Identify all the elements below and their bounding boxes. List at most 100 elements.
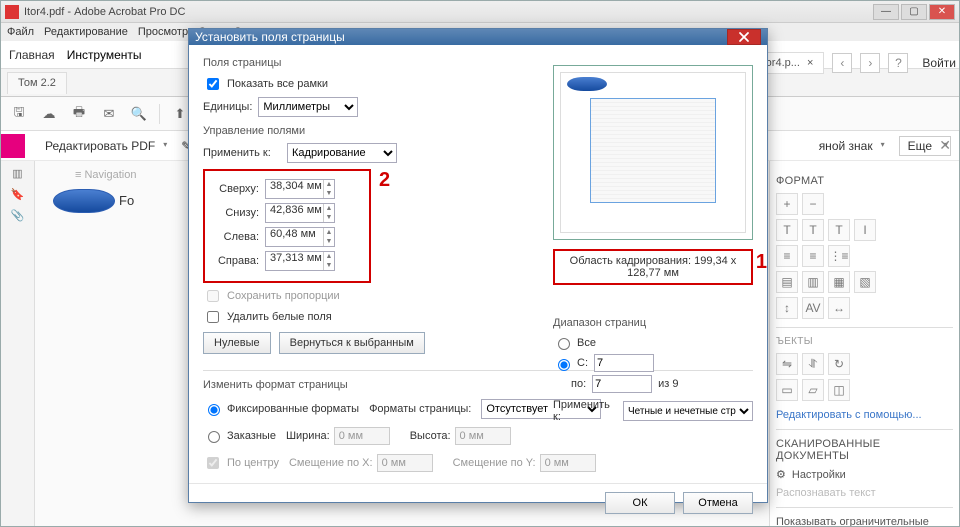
rp-al-1[interactable]: ▤ <box>776 271 798 293</box>
rp-minus-icon[interactable]: − <box>802 193 824 215</box>
rp-recognize: Распознавать текст <box>776 487 953 499</box>
login-button[interactable]: Войти <box>916 56 956 70</box>
dialog-title: Установить поля страницы <box>195 30 345 44</box>
menu-view[interactable]: Просмотр <box>138 26 188 38</box>
maximize-button[interactable]: ▢ <box>901 4 927 20</box>
doc-tab-1[interactable]: Том 2.2 <box>7 72 67 94</box>
rp-ico-4[interactable]: I <box>854 219 876 241</box>
rp-objects-heading: ЪЕКТЫ <box>776 336 953 347</box>
rp-align-center-icon[interactable]: ≡ <box>802 245 824 267</box>
fixed-radio[interactable]: Фиксированные форматы <box>203 401 359 416</box>
left-input[interactable]: 60,48 мм▲▼ <box>265 227 335 247</box>
menu-edit[interactable]: Редактирование <box>44 26 128 38</box>
width-input: 0 мм <box>334 427 390 445</box>
keep-ratio-checkbox[interactable]: Сохранить пропорции <box>203 287 753 305</box>
rp-format-heading: ФОРМАТ <box>776 175 953 187</box>
cancel-button[interactable]: Отмена <box>683 492 753 514</box>
apply-pages-select[interactable]: Четные и нечетные страницы <box>623 401 753 421</box>
offx-input: 0 мм <box>377 454 433 472</box>
bottom-label: Снизу: <box>213 207 265 219</box>
cloud-icon[interactable]: ☁ <box>37 102 61 126</box>
tab-tools[interactable]: Инструменты <box>67 48 142 62</box>
rp-sp-3[interactable]: ↔ <box>828 297 850 319</box>
rp-obj-1[interactable]: ▭ <box>776 379 798 401</box>
close-button[interactable]: ✕ <box>929 4 955 20</box>
mail-icon[interactable]: ✉ <box>97 102 121 126</box>
from-radio[interactable]: С: <box>553 356 588 371</box>
rp-scanned-heading: СКАНИРОВАННЫЕ ДОКУМЕНТЫ <box>776 438 953 462</box>
bottom-input[interactable]: 42,836 мм▲▼ <box>265 203 335 223</box>
from-input[interactable] <box>594 354 654 372</box>
watermark-dropdown[interactable]: яной знак <box>815 137 887 155</box>
dialog-close-button[interactable] <box>727 29 761 45</box>
set-page-boxes-dialog: Установить поля страницы Поля страницы П… <box>188 28 768 503</box>
rp-obj-3[interactable]: ◫ <box>828 379 850 401</box>
rp-al-3[interactable]: ▦ <box>828 271 850 293</box>
offx-label: Смещение по X: <box>289 457 373 469</box>
apply-to-select[interactable]: Кадрирование <box>287 143 397 163</box>
rp-plus-icon[interactable]: + <box>776 193 798 215</box>
rp-al-2[interactable]: ▥ <box>802 271 824 293</box>
to-input[interactable] <box>592 375 652 393</box>
apply-pages-label: Применить к: <box>553 399 617 423</box>
preview-logo <box>567 77 607 91</box>
title-app: Adobe Acrobat Pro DC <box>74 6 185 18</box>
revert-button[interactable]: Вернуться к выбранным <box>279 332 425 354</box>
dialog-titlebar[interactable]: Установить поля страницы <box>189 29 767 45</box>
margin-box: Сверху: 38,304 мм▲▼ Снизу: 42,836 мм▲▼ С… <box>203 169 371 283</box>
left-label: Слева: <box>213 231 265 243</box>
search-icon[interactable]: 🔍 <box>127 102 151 126</box>
attachment-icon[interactable]: 📎 <box>11 209 25 222</box>
rp-obj-2[interactable]: ▱ <box>802 379 824 401</box>
menu-file[interactable]: Файл <box>7 26 34 38</box>
zero-button[interactable]: Нулевые <box>203 332 271 354</box>
tab-home[interactable]: Главная <box>9 48 55 62</box>
rp-sp-2[interactable]: AV <box>802 297 824 319</box>
rp-sp-1[interactable]: ↕ <box>776 297 798 319</box>
height-label: Высота: <box>410 430 451 442</box>
save-icon[interactable]: 🖫 <box>7 102 31 126</box>
rp-ico-1[interactable]: T <box>776 219 798 241</box>
right-header: Itor4.p... × ‹ › ? Войти <box>749 52 956 74</box>
editbar-close-icon[interactable]: ✕ <box>939 137 951 154</box>
right-input[interactable]: 37,313 мм▲▼ <box>265 251 335 271</box>
rp-settings[interactable]: ⚙Настройки <box>776 468 953 481</box>
canvas-text: Fo <box>119 193 134 208</box>
minimize-button[interactable]: — <box>873 4 899 20</box>
rp-showframes[interactable]: Показывать ограничительные рамки <box>776 516 953 526</box>
top-input[interactable]: 38,304 мм▲▼ <box>265 179 335 199</box>
of-label: из 9 <box>658 378 678 390</box>
custom-radio[interactable]: Заказные <box>203 428 276 443</box>
show-frames-input[interactable] <box>207 78 219 90</box>
rp-ico-3[interactable]: T <box>828 219 850 241</box>
center-checkbox: По центру <box>203 454 279 472</box>
left-sidebar: ▥ 🔖 📎 <box>1 161 35 526</box>
right-panel: ФОРМАТ + − T T T I ≡ ≡ ⋮≡ ▤ ▥ ▦ ▧ <box>769 161 959 526</box>
title-filename: Itor4.pdf <box>24 6 64 18</box>
ok-button[interactable]: ОК <box>605 492 675 514</box>
bookmark-icon[interactable]: 🔖 <box>11 188 25 201</box>
thumbnails-icon[interactable]: ▥ <box>12 167 22 180</box>
offy-label: Смещение по Y: <box>453 457 536 469</box>
pdf-icon <box>5 5 19 19</box>
rp-al-4[interactable]: ▧ <box>854 271 876 293</box>
all-radio[interactable]: Все <box>553 335 753 350</box>
rp-flip-v-icon[interactable]: ⥯ <box>802 353 824 375</box>
help-button[interactable]: ? <box>888 53 908 73</box>
edit-pdf-dropdown[interactable]: Редактировать PDF <box>41 137 169 155</box>
prev-tab-button[interactable]: ‹ <box>832 53 852 73</box>
rp-rotate-icon[interactable]: ↻ <box>828 353 850 375</box>
units-label: Единицы: <box>203 101 252 113</box>
dialog-body: Поля страницы Показать все рамки Единицы… <box>189 45 767 483</box>
rp-list-icon[interactable]: ⋮≡ <box>828 245 850 267</box>
ford-logo <box>53 189 115 213</box>
edit-with-link[interactable]: Редактировать с помощью... <box>776 409 953 421</box>
formats-label: Форматы страницы: <box>369 403 471 415</box>
rp-ico-2[interactable]: T <box>802 219 824 241</box>
rp-flip-h-icon[interactable]: ⇋ <box>776 353 798 375</box>
units-select[interactable]: Миллиметры <box>258 97 358 117</box>
print-icon[interactable]: 🖶 <box>67 102 91 126</box>
next-tab-button[interactable]: › <box>860 53 880 73</box>
to-label: по: <box>571 378 586 390</box>
rp-align-left-icon[interactable]: ≡ <box>776 245 798 267</box>
